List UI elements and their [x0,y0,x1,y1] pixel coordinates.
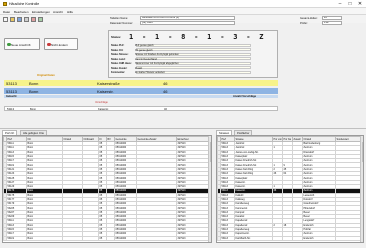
save-icon[interactable] [17,17,22,22]
strassen-table: PLZ Strasse Hnr von Hnr bis Zusatz Ortsteil So… [217,136,362,241]
table-cell [106,235,115,241]
new-address-button[interactable]: Neue Anschrift [4,38,40,50]
menu-hilfe[interactable]: Hilfe [67,10,73,14]
original-plz: 53113 [6,80,17,86]
minimize-button[interactable]: – [335,0,345,8]
record-number-field[interactable]: [Nr] 5906 [140,21,235,25]
checker-label: Prüfer: [300,22,308,25]
matched-plz: 53113 [6,88,17,94]
close-button[interactable]: ✕ [355,0,365,8]
original-caption: Original Daten [37,74,55,77]
original-ort: Bonn [29,80,39,86]
divider [0,128,366,129]
print-icon[interactable] [24,17,29,22]
do-not-change-button[interactable]: Nicht ändern [44,38,78,50]
undo-icon[interactable] [31,17,36,22]
table-cell [136,235,177,241]
status-row: Status Ort: Ort genau gleich [111,48,251,52]
maximize-button[interactable]: □ [345,0,355,8]
table-cell: Bonn [26,235,63,241]
table-name-field[interactable]: Adressen AVN und KIS 2019 (4) [140,16,235,20]
checker-field[interactable]: PLZ [322,21,342,25]
table-cell [272,235,283,241]
status-row: Status Zusatz: Zusatz [111,66,251,70]
title-bar: Häusliche Kontrolle – □ ✕ [0,0,366,8]
window-title: Häusliche Kontrolle [9,2,40,6]
original-hnr: 46 [163,80,168,86]
left-scrollbar[interactable] [208,136,211,242]
table-cell: Endenich [302,235,336,241]
status-row: Status Land: Land in Deutschland [111,57,251,61]
matched-hnr: 46 [163,88,168,94]
matched-row: 53113 Bonn Kaiserstr. 46 [4,88,278,94]
check-icon [7,42,11,46]
table-cell [62,235,83,241]
status-row: Status PLZ: PLZ genau gleich [111,43,251,47]
table-cell: 05 [98,235,107,241]
table-row[interactable]: 53113 Karl-Barth-Str. Endenich [217,235,362,241]
status-row: Kommentar: Zu starke Hinweis verändert [111,70,251,74]
table-cell: 327913 [176,235,210,241]
matched-strasse: Kaiserstr. [97,88,114,94]
plz-ort-grid: PLZ Ort Ortsteil OrtZusatz Kr BV Gemeinde Gemei… [2,135,212,243]
new-icon[interactable] [3,17,8,22]
cancel-icon [47,42,51,46]
table-cell: Karl-Barth-Str. [234,235,273,241]
table-name-label: Tabellen Name: [110,17,129,20]
proposals-caption: Vorschläge [95,101,108,104]
proposal-hnr: 46 [164,108,167,111]
table-cell: 53113 [220,235,235,241]
rows-label: Gesamt-Zeilen: [300,17,318,20]
open-icon[interactable] [10,17,15,22]
proposal-count-label: Anzahl Vorschläge [233,94,257,98]
menu-ansicht[interactable]: Ansicht [53,10,63,14]
menu-einstellungen[interactable]: Einstellungen [32,10,50,14]
app-icon [3,2,7,6]
table-cell [292,235,303,241]
proposal-ort: Bonn [30,108,37,111]
status-row: Status OHB Haus: Hausnummer mit Fuzzylogi… [111,61,251,65]
strassen-grid: PLZ Strasse Hnr von Hnr bis Zusatz Ortsteil So… [216,135,364,243]
matched-sub-row: Gebucht Anzahl Vorschläge [4,94,278,98]
status-panel: Status: 1 - 1 - 8 - 1 - 3 - Z Status PLZ… [108,30,278,78]
record-number-label: Datensatz Nummer: [110,22,134,25]
plz-ort-table: PLZ Ort Ortsteil OrtZusatz Kr BV Gemeinde Gemei… [3,136,210,241]
menu-bearbeiten[interactable]: Bearbeiten [14,10,29,14]
menu-bar: Datei Bearbeiten Einstellungen Ansicht H… [0,8,366,15]
status-code: 1 - 1 - 8 - 1 - 3 - Z [129,33,266,41]
right-scrollbar[interactable] [360,136,363,242]
proposal-row[interactable]: 53113 Bonn Kaiserstr. 46 [4,106,278,111]
original-row: 53113 Bonn Kaiserstraße 46 [4,80,278,86]
table-row[interactable]: 53119 Bonn 05 05314000 327913 [3,235,210,241]
table-cell: 53119 [6,235,27,241]
status-bar [0,243,366,248]
table-cell: 05314000 [114,235,137,241]
table-cell [282,235,293,241]
rows-field[interactable]: 26 [322,16,342,20]
table-cell [335,235,362,241]
original-strasse: Kaiserstraße [97,80,120,86]
booked-label: Gebucht [6,94,17,98]
table-cell [82,235,99,241]
proposal-plz: 53113 [7,108,15,111]
status-row: Status Strasse: Strasse mit Straßen-Fuzzy… [111,52,251,56]
proposal-strasse: Kaiserstr. [98,108,109,111]
matched-ort: Bonn [29,88,39,94]
menu-datei[interactable]: Datei [3,10,10,14]
status-caption: Status: [111,35,122,39]
help-icon[interactable] [38,17,43,22]
